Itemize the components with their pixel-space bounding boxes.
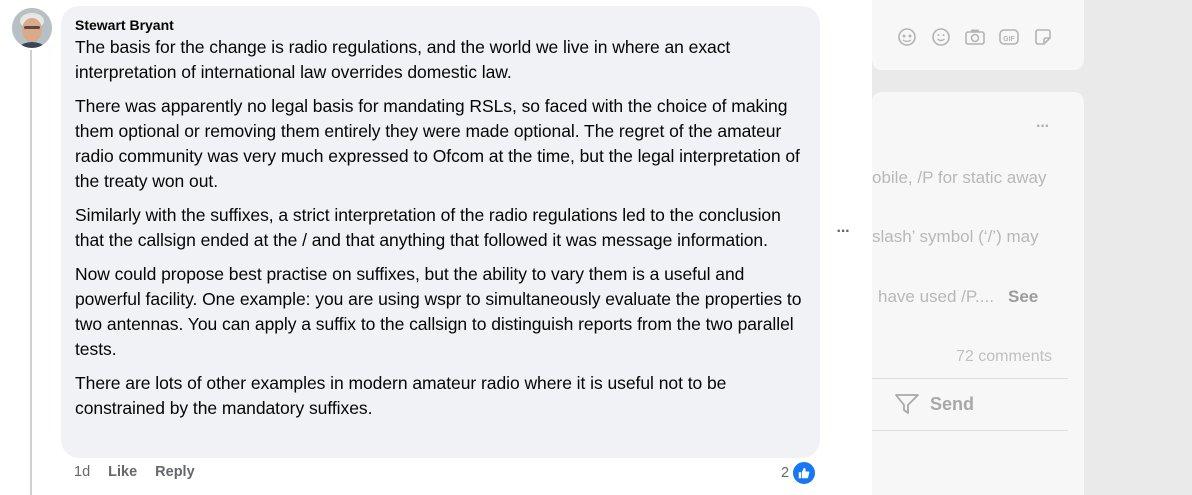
camera-icon[interactable] [964, 26, 986, 48]
comment-panel: Stewart Bryant The basis for the change … [0, 0, 872, 495]
composer-card: GIF [872, 0, 1084, 70]
post-more-options-icon[interactable]: ··· [1036, 118, 1050, 136]
send-label: Send [930, 393, 975, 414]
reaction-summary[interactable]: 2 [781, 460, 818, 486]
smiley-icon[interactable] [930, 26, 952, 48]
comment-more-options-icon[interactable]: ··· [832, 222, 854, 242]
like-button[interactable]: Like [108, 464, 137, 484]
comment-paragraph: There was apparently no legal basis for … [75, 96, 800, 191]
post-text-line: slash’ symbol (‘/’) may [872, 227, 1039, 246]
comment-paragraph: The basis for the change is radio regula… [75, 37, 731, 82]
avatar[interactable] [12, 8, 52, 48]
divider [872, 430, 1068, 431]
sticker-icon[interactable] [1032, 26, 1054, 48]
comment-actions: 1d Like Reply [74, 464, 213, 484]
comment-timestamp[interactable]: 1d [74, 464, 90, 484]
comment-bubble: Stewart Bryant The basis for the change … [61, 6, 820, 458]
reply-button[interactable]: Reply [155, 464, 195, 484]
divider [872, 378, 1068, 379]
send-button[interactable]: Send [894, 392, 974, 416]
gif-icon[interactable]: GIF [998, 26, 1020, 48]
comment-paragraph: There are lots of other examples in mode… [75, 373, 727, 418]
thread-line [30, 50, 32, 495]
comment-paragraph: Similarly with the suffixes, a strict in… [75, 205, 781, 250]
background-post-overlay: GIF ··· obile, /P for static away slash’… [872, 0, 1192, 495]
avatar-sticker-icon[interactable] [896, 26, 918, 48]
thumbs-up-icon [791, 460, 818, 486]
post-text-line: have used /P.... [878, 287, 994, 306]
comment-paragraph: Now could propose best practise on suffi… [75, 264, 802, 359]
post-text-line: obile, /P for static away [872, 168, 1047, 187]
comment-author[interactable]: Stewart Bryant [75, 16, 806, 34]
svg-text:GIF: GIF [1003, 36, 1015, 43]
send-icon [895, 394, 919, 414]
see-more-link[interactable]: See [1008, 287, 1038, 307]
composer-icon-row: GIF [896, 26, 1054, 48]
reaction-count: 2 [781, 465, 790, 481]
comments-count[interactable]: 72 comments [956, 348, 1052, 366]
